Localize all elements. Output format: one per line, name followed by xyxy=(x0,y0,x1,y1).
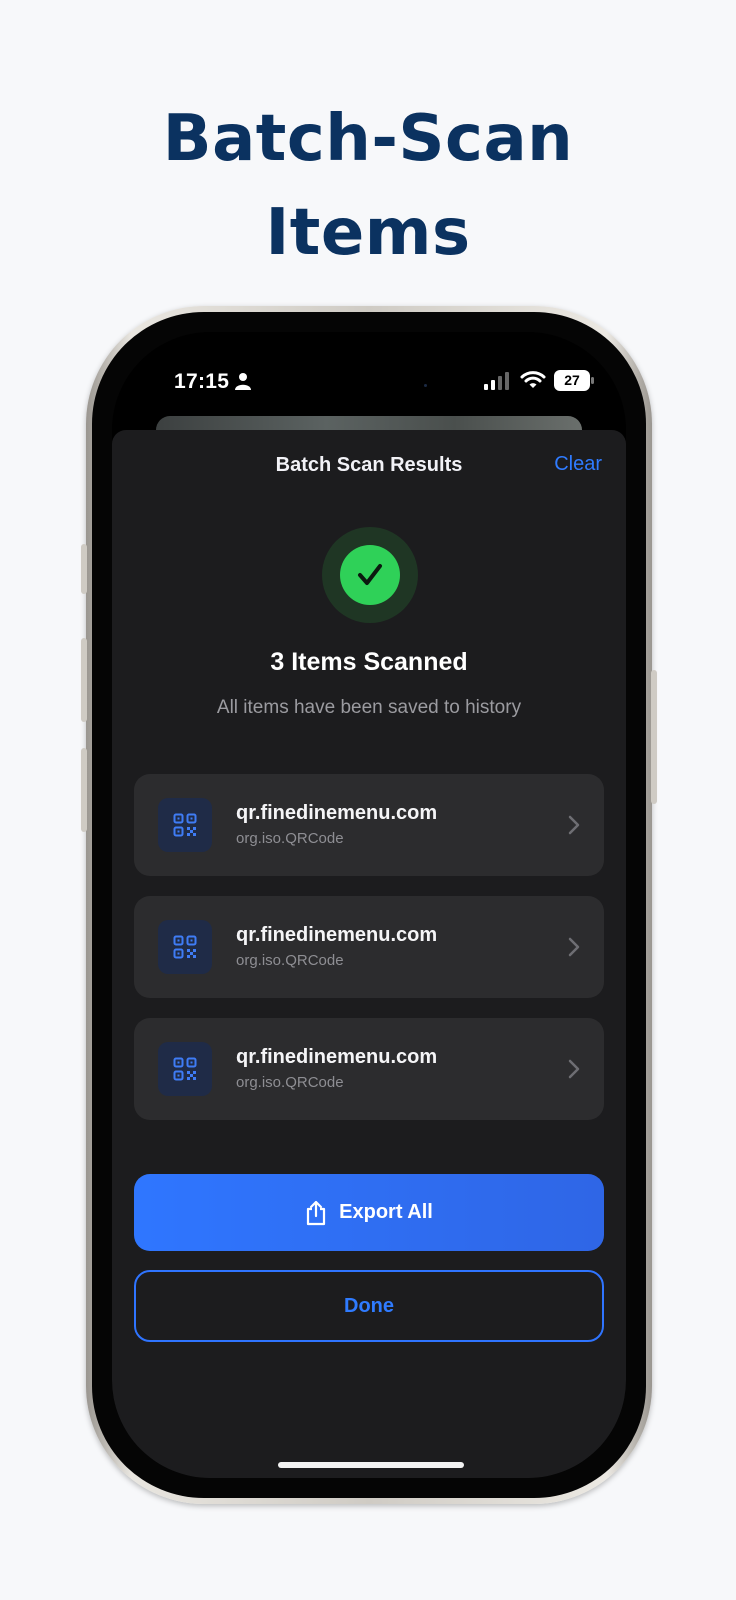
result-item[interactable]: qr.finedinemenu.com org.iso.QRCode xyxy=(134,1018,604,1120)
person-icon xyxy=(235,373,251,390)
chevron-right-icon xyxy=(568,815,580,835)
status-time: 17:15 xyxy=(174,370,230,393)
volume-down-button xyxy=(81,748,87,832)
done-label: Done xyxy=(344,1294,394,1317)
result-item-type: org.iso.QRCode xyxy=(236,830,344,847)
dynamic-island-indicator xyxy=(424,384,427,387)
sheet-title: Batch Scan Results xyxy=(275,454,463,476)
result-item[interactable]: qr.finedinemenu.com org.iso.QRCode xyxy=(134,774,604,876)
scanned-count-title: 3 Items Scanned xyxy=(270,648,468,676)
result-item-title: qr.finedinemenu.com xyxy=(236,1046,438,1068)
action-button xyxy=(81,544,87,594)
signal-icon xyxy=(484,372,509,390)
qr-code-tile xyxy=(158,798,212,852)
success-badge xyxy=(322,527,418,623)
wifi-icon xyxy=(520,371,546,388)
power-button xyxy=(651,670,657,804)
headline: Batch-Scan Items xyxy=(0,92,736,280)
status-bar: 17:15 27 xyxy=(112,332,626,412)
phone-screen: 17:15 27 Batch Scan Results Clear 3 Item… xyxy=(112,332,626,1478)
chevron-right-icon xyxy=(568,937,580,957)
qr-code-tile xyxy=(158,920,212,974)
home-indicator xyxy=(278,1462,464,1468)
phone-frame: 17:15 27 Batch Scan Results Clear 3 Item… xyxy=(81,306,657,1504)
result-item[interactable]: qr.finedinemenu.com org.iso.QRCode xyxy=(134,896,604,998)
chevron-right-icon xyxy=(568,1059,580,1079)
share-icon xyxy=(307,1200,326,1225)
result-item-type: org.iso.QRCode xyxy=(236,952,344,969)
headline-line-1: Batch-Scan xyxy=(162,102,574,176)
export-all-label: Export All xyxy=(339,1201,433,1223)
battery-level: 27 xyxy=(564,372,580,388)
result-item-title: qr.finedinemenu.com xyxy=(236,802,438,824)
batch-scan-results-sheet: Batch Scan Results Clear 3 Items Scanned… xyxy=(112,430,626,1478)
volume-up-button xyxy=(81,638,87,722)
result-item-title: qr.finedinemenu.com xyxy=(236,924,438,946)
result-item-type: org.iso.QRCode xyxy=(236,1074,344,1091)
success-circle xyxy=(340,545,400,605)
qr-code-icon xyxy=(173,1057,197,1081)
clear-button[interactable]: Clear xyxy=(554,453,602,476)
result-list: qr.finedinemenu.com org.iso.QRCode qr.fi… xyxy=(134,774,604,1140)
phone-bezel: 17:15 27 Batch Scan Results Clear 3 Item… xyxy=(92,312,646,1498)
headline-line-2: Items xyxy=(265,196,471,270)
qr-code-icon xyxy=(173,935,197,959)
done-button[interactable]: Done xyxy=(134,1270,604,1342)
export-all-button[interactable]: Export All xyxy=(134,1174,604,1251)
saved-to-history-text: All items have been saved to history xyxy=(216,697,522,718)
checkmark-icon xyxy=(358,564,382,585)
qr-code-icon xyxy=(173,813,197,837)
qr-code-tile xyxy=(158,1042,212,1096)
